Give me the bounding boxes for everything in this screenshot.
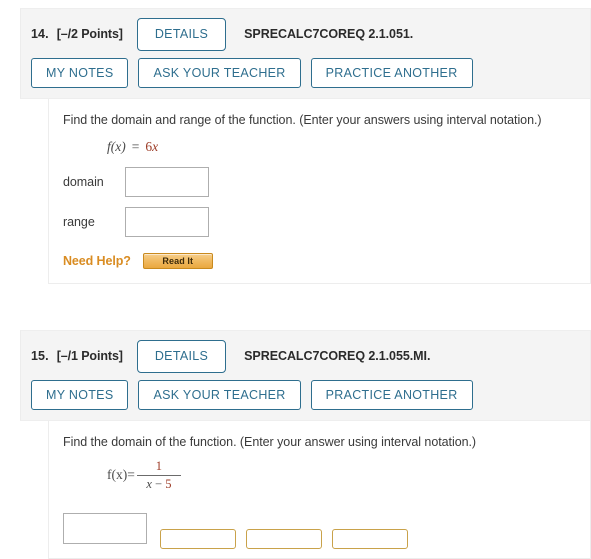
question-number-14: 14. (31, 27, 49, 41)
denominator-variable-15: x (146, 476, 152, 491)
question-body-14: Find the domain and range of the functio… (48, 99, 591, 285)
details-button-15[interactable]: DETAILS (136, 339, 227, 373)
range-field-row-14: range (63, 207, 576, 238)
domain-label-14: domain (63, 175, 104, 190)
assignment-page: 14. [–/2 Points] DETAILS SPRECALC7COREQ … (0, 0, 591, 559)
read-it-button-14[interactable]: Read It (142, 253, 213, 270)
question-actions-14: MY NOTES ASK YOUR TEACHER PRACTICE ANOTH… (31, 58, 580, 88)
fraction-denominator-15: x − 5 (140, 476, 177, 491)
my-notes-button-14[interactable]: MY NOTES (31, 58, 129, 88)
answer-input-15[interactable] (63, 513, 147, 545)
question-header-row-14: 14. [–/2 Points] DETAILS SPRECALC7COREQ … (31, 17, 580, 51)
question-code-14: SPRECALC7COREQ 2.1.051. (244, 27, 414, 41)
domain-field-row-14: domain (63, 167, 576, 198)
ask-your-teacher-button-15[interactable]: ASK YOUR TEACHER (138, 380, 301, 410)
question-prompt-15: Find the domain of the function. (Enter … (63, 435, 477, 449)
formula-variable-14: x (152, 139, 159, 155)
question-number-15: 15. (31, 349, 49, 363)
question-header-row-15: 15. [–/1 Points] DETAILS SPRECALC7COREQ … (31, 339, 580, 373)
denominator-value-15: 5 (165, 476, 172, 491)
question-block-15: 15. [–/1 Points] DETAILS SPRECALC7COREQ … (20, 330, 591, 559)
question-header-14: 14. [–/2 Points] DETAILS SPRECALC7COREQ … (20, 8, 591, 99)
question-code-15: SPRECALC7COREQ 2.1.055.MI. (244, 349, 431, 363)
question-block-14: 14. [–/2 Points] DETAILS SPRECALC7COREQ … (20, 8, 591, 285)
denominator-operator-15: − (155, 476, 163, 491)
bottom-button-row (160, 529, 408, 549)
formula-lhs-15: f(x) (107, 467, 128, 483)
my-notes-button-15[interactable]: MY NOTES (31, 380, 129, 410)
question-header-15: 15. [–/1 Points] DETAILS SPRECALC7COREQ … (20, 330, 591, 421)
bottom-button-1[interactable] (160, 529, 236, 549)
range-input-14[interactable] (125, 207, 209, 238)
fraction-numerator-15: 1 (155, 459, 162, 474)
range-label-14: range (63, 215, 95, 230)
formula-equals-15: = (127, 467, 135, 483)
function-formula-15: f(x) = 1 x − 5 (107, 457, 576, 493)
formula-equals-14: = (131, 139, 140, 155)
function-formula-14: f(x) = 6 x (107, 137, 576, 157)
practice-another-button-15[interactable]: PRACTICE ANOTHER (310, 380, 473, 410)
need-help-row-14: Need Help? Read It (63, 253, 576, 270)
question-points-15: [–/1 Points] (56, 349, 123, 363)
question-actions-15: MY NOTES ASK YOUR TEACHER PRACTICE ANOTH… (31, 380, 580, 410)
domain-input-14[interactable] (125, 167, 209, 198)
ask-your-teacher-button-14[interactable]: ASK YOUR TEACHER (138, 58, 301, 88)
need-help-label-14: Need Help? (63, 254, 131, 269)
bottom-button-2[interactable] (246, 529, 322, 549)
details-button-14[interactable]: DETAILS (136, 17, 227, 51)
fraction-15: 1 x − 5 (136, 459, 181, 491)
bottom-button-3[interactable] (332, 529, 408, 549)
formula-lhs-14: f(x) (107, 139, 126, 155)
practice-another-button-14[interactable]: PRACTICE ANOTHER (310, 58, 473, 88)
question-points-14: [–/2 Points] (56, 27, 123, 41)
question-prompt-14: Find the domain and range of the functio… (63, 113, 542, 127)
